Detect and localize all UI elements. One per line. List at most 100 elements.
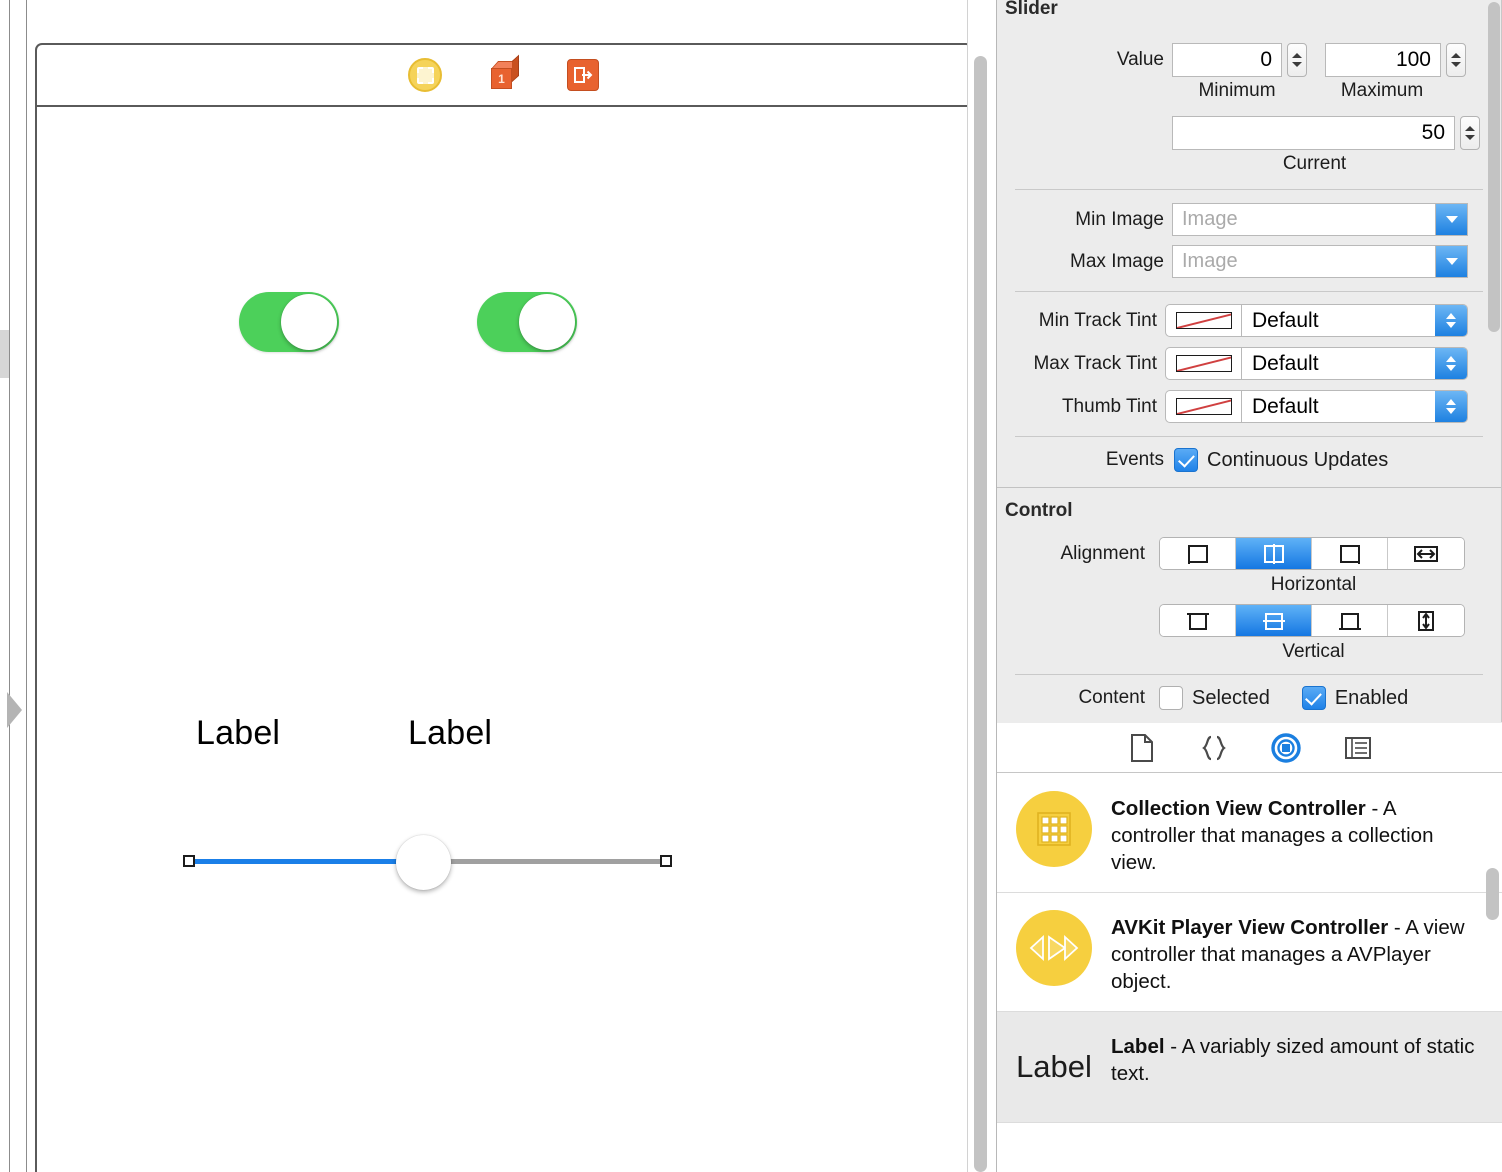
min-track-tint-chevron-updown-icon[interactable] bbox=[1435, 305, 1467, 336]
max-track-tint-label: Max Track Tint bbox=[1033, 352, 1157, 374]
scene-stage[interactable]: Label Label bbox=[37, 107, 967, 1172]
canvas-vertical-scrollbar[interactable] bbox=[967, 0, 995, 1172]
maximum-caption: Maximum bbox=[1340, 80, 1424, 101]
storyboard-canvas[interactable]: 1 Label Label bbox=[27, 0, 967, 1172]
align-top-button[interactable] bbox=[1160, 605, 1236, 636]
min-image-input[interactable]: Image bbox=[1173, 208, 1435, 231]
maximum-value-input[interactable]: 100 bbox=[1325, 43, 1441, 77]
min-image-chevron-down-icon[interactable] bbox=[1435, 204, 1467, 235]
max-track-tint-popup[interactable]: Default bbox=[1241, 347, 1468, 380]
inspector-scrollbar-thumb[interactable] bbox=[1488, 2, 1500, 332]
canvas-label-left[interactable]: Label bbox=[196, 714, 280, 753]
control-section: Control Alignment Horizontal Vertical Co… bbox=[997, 487, 1501, 710]
no-color-swatch-icon bbox=[1175, 355, 1232, 372]
library-item-collection-view-controller[interactable]: Collection View Controller - A controlle… bbox=[997, 774, 1502, 893]
selected-label: Selected bbox=[1192, 686, 1270, 709]
tab-file-template-library[interactable] bbox=[1124, 731, 1160, 765]
enabled-label: Enabled bbox=[1334, 686, 1409, 709]
minimum-stepper[interactable] bbox=[1287, 43, 1307, 77]
thumb-tint-chevron-updown-icon[interactable] bbox=[1435, 391, 1467, 422]
thumb-tint-color-well[interactable] bbox=[1165, 390, 1241, 423]
label-icon: Label bbox=[1015, 1028, 1093, 1106]
min-image-combo[interactable]: Image bbox=[1172, 203, 1468, 236]
scene-dock: 1 bbox=[37, 45, 967, 107]
slider-section-title: Slider bbox=[1005, 0, 1058, 19]
max-track-tint-chevron-updown-icon[interactable] bbox=[1435, 348, 1467, 379]
library-item-list[interactable]: Collection View Controller - A controlle… bbox=[997, 774, 1502, 1172]
maximum-stepper[interactable] bbox=[1446, 43, 1466, 77]
events-label: Events bbox=[1105, 449, 1164, 470]
align-fill-vertical-button[interactable] bbox=[1388, 605, 1464, 636]
continuous-updates-checkbox[interactable] bbox=[1174, 448, 1198, 472]
max-image-combo[interactable]: Image bbox=[1172, 245, 1468, 278]
current-value-input[interactable]: 50 bbox=[1172, 116, 1455, 150]
switch-right[interactable] bbox=[477, 292, 577, 352]
library-item-title: Collection View Controller bbox=[1111, 797, 1366, 820]
navigator-edge-strip bbox=[0, 0, 22, 1172]
library-item-title: Label bbox=[1111, 1035, 1165, 1058]
no-color-swatch-icon bbox=[1175, 398, 1232, 415]
horizontal-alignment-segmented-control[interactable] bbox=[1159, 537, 1465, 570]
xcode-interface-builder-window: 1 Label Label Slider Value 0 100 Minimum… bbox=[0, 0, 1502, 1172]
first-responder-icon-label: 1 bbox=[491, 68, 512, 89]
enabled-checkbox[interactable] bbox=[1301, 686, 1326, 710]
canvas-slider[interactable] bbox=[182, 827, 672, 897]
align-bottom-button[interactable] bbox=[1312, 605, 1388, 636]
dock-view-controller-button[interactable] bbox=[407, 57, 443, 93]
first-responder-icon: 1 bbox=[487, 54, 521, 92]
alignment-label: Alignment bbox=[1060, 542, 1146, 564]
dock-first-responder-button[interactable]: 1 bbox=[486, 54, 522, 93]
tab-code-snippet-library[interactable] bbox=[1196, 731, 1232, 765]
align-center-button[interactable] bbox=[1236, 538, 1312, 569]
selection-handle-left[interactable] bbox=[183, 855, 195, 867]
library-panel: Collection View Controller - A controlle… bbox=[996, 723, 1502, 1172]
switch-left[interactable] bbox=[239, 292, 339, 352]
scene-device-frame: 1 Label Label bbox=[35, 43, 967, 1172]
align-left-button[interactable] bbox=[1160, 538, 1236, 569]
selection-handle-right[interactable] bbox=[660, 855, 672, 867]
continuous-updates-label: Continuous Updates bbox=[1207, 448, 1389, 471]
selected-checkbox[interactable] bbox=[1159, 686, 1183, 710]
tab-media-library[interactable] bbox=[1340, 731, 1376, 765]
navigator-scroll-indicator[interactable] bbox=[0, 330, 9, 378]
vertical-alignment-segmented-control[interactable] bbox=[1159, 604, 1465, 637]
library-scrollbar-thumb[interactable] bbox=[1486, 868, 1499, 920]
inspector-divider-3 bbox=[1015, 436, 1483, 437]
slider-min-track bbox=[189, 859, 431, 864]
canvas-scrollbar-thumb[interactable] bbox=[974, 56, 987, 1172]
min-track-tint-label: Min Track Tint bbox=[1038, 309, 1157, 331]
library-item-description: - A variably sized amount of static text… bbox=[1111, 1035, 1475, 1085]
inspector-divider-4 bbox=[1015, 674, 1483, 675]
max-image-chevron-down-icon[interactable] bbox=[1435, 246, 1467, 277]
current-caption: Current bbox=[1282, 153, 1347, 174]
min-track-tint-color-well[interactable] bbox=[1165, 304, 1241, 337]
content-label: Content bbox=[1078, 687, 1145, 708]
current-stepper[interactable] bbox=[1460, 116, 1480, 150]
value-label: Value bbox=[1116, 49, 1164, 70]
align-fill-horizontal-button[interactable] bbox=[1388, 538, 1464, 569]
canvas-label-right[interactable]: Label bbox=[408, 714, 492, 753]
align-right-button[interactable] bbox=[1312, 538, 1388, 569]
library-item-avkit-player-view-controller[interactable]: AVKit Player View Controller - A view co… bbox=[997, 893, 1502, 1012]
library-item-label[interactable]: Label Label - A variably sized amount of… bbox=[997, 1012, 1502, 1123]
view-controller-icon bbox=[408, 58, 442, 92]
inspector-scroll-pane: Slider Value 0 100 Minimum Maximum 50 Cu… bbox=[997, 0, 1502, 722]
max-track-tint-color-well[interactable] bbox=[1165, 347, 1241, 380]
expand-navigator-arrow-icon[interactable] bbox=[7, 692, 22, 728]
library-item-text: Collection View Controller - A controlle… bbox=[1111, 790, 1480, 876]
align-middle-button[interactable] bbox=[1236, 605, 1312, 636]
library-item-title: AVKit Player View Controller bbox=[1111, 916, 1389, 939]
library-item-text: AVKit Player View Controller - A view co… bbox=[1111, 909, 1480, 995]
slider-thumb[interactable] bbox=[396, 835, 451, 890]
dock-exit-button[interactable] bbox=[565, 57, 601, 93]
min-track-tint-popup[interactable]: Default bbox=[1241, 304, 1468, 337]
min-track-tint-value: Default bbox=[1252, 308, 1319, 332]
min-image-label: Min Image bbox=[1075, 208, 1164, 230]
thumb-tint-popup[interactable]: Default bbox=[1241, 390, 1468, 423]
library-item-text: Label - A variably sized amount of stati… bbox=[1111, 1028, 1480, 1087]
max-image-label: Max Image bbox=[1070, 250, 1164, 272]
max-image-input[interactable]: Image bbox=[1173, 250, 1435, 273]
minimum-value-input[interactable]: 0 bbox=[1172, 43, 1282, 77]
tab-object-library[interactable] bbox=[1268, 731, 1304, 765]
inspector-divider-2 bbox=[1015, 291, 1483, 292]
